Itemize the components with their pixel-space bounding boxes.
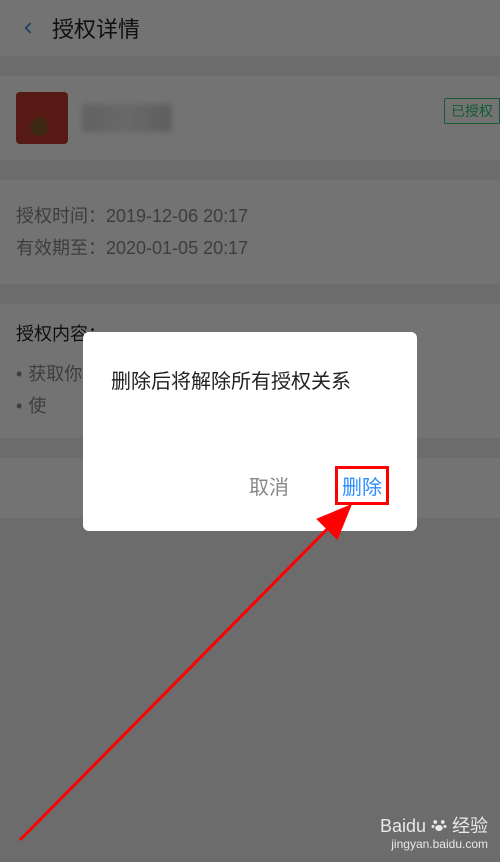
paw-icon bbox=[430, 816, 448, 836]
watermark-url: jingyan.baidu.com bbox=[380, 836, 488, 852]
modal-overlay: 删除后将解除所有授权关系 取消 删除 bbox=[0, 0, 500, 862]
delete-button[interactable]: 删除 bbox=[335, 466, 389, 505]
cancel-button[interactable]: 取消 bbox=[243, 466, 295, 505]
dialog-message: 删除后将解除所有授权关系 bbox=[111, 368, 389, 396]
confirm-dialog: 删除后将解除所有授权关系 取消 删除 bbox=[83, 332, 417, 531]
dialog-actions: 取消 删除 bbox=[111, 466, 389, 513]
watermark-brand: Baidu bbox=[380, 818, 426, 834]
watermark-suffix: 经验 bbox=[452, 818, 488, 834]
watermark: Baidu 经验 jingyan.baidu.com bbox=[380, 816, 488, 852]
